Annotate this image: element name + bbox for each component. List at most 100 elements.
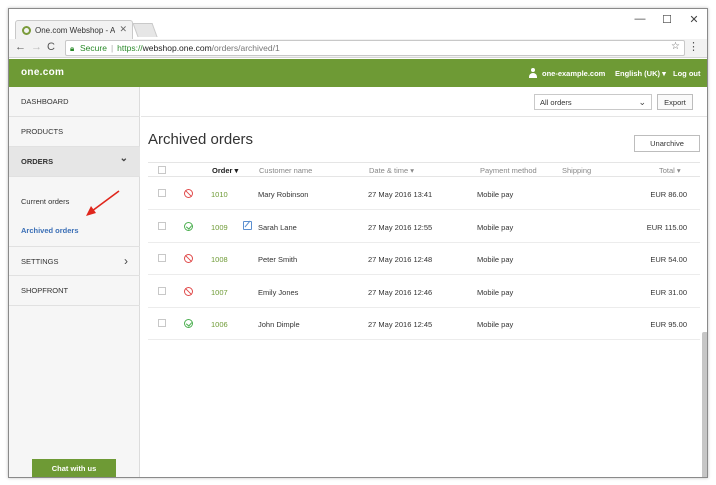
separator: |	[110, 43, 114, 53]
row-checkbox[interactable]	[158, 221, 166, 230]
tab-close-icon[interactable]: ✕	[119, 24, 127, 35]
url-host: webshop.one.com	[142, 43, 212, 53]
order-id-link[interactable]: 1008	[211, 255, 228, 264]
user-menu[interactable]: one-example.com	[528, 68, 605, 78]
payment-method: Mobile pay	[477, 255, 514, 265]
column-order[interactable]: Order ▾	[212, 166, 238, 175]
column-customer: Customer name	[259, 166, 313, 175]
table-row[interactable]: 1006 John Dimple 27 May 2016 12:45 Mobile p…	[148, 308, 700, 341]
order-id-link[interactable]: 1007	[211, 288, 228, 297]
customer-name: Emily Jones	[258, 287, 299, 297]
check-circle-icon	[184, 319, 193, 329]
sidebar-subitem-archived-orders[interactable]: Archived orders	[21, 226, 79, 235]
sidebar-item-shopfront[interactable]: SHOPFRONT	[9, 276, 140, 306]
column-payment: Payment method	[480, 166, 537, 175]
new-tab-button[interactable]	[132, 23, 158, 37]
payment-method: Mobile pay	[477, 190, 514, 199]
user-icon	[528, 68, 538, 78]
sidebar-item-label: SHOPFRONT	[21, 286, 69, 295]
address-bar[interactable]: 🔒︎ Secure | https:// webshop.one.com /or…	[65, 40, 685, 56]
url-path: /orders/archived/1	[211, 43, 280, 53]
payment-method: Mobile pay	[477, 320, 514, 330]
table-row[interactable]: 1009 Sarah Lane 27 May 2016 12:55 Mobile pa…	[148, 211, 700, 243]
order-id-link[interactable]: 1006	[211, 320, 228, 329]
maximize-icon[interactable]: ☐	[660, 13, 674, 26]
order-total: EUR 115.00	[646, 222, 687, 232]
table-header: Order ▾ Customer name Date & time ▾ Paym…	[148, 162, 700, 177]
table-row[interactable]: 1008 Peter Smith 27 May 2016 12:48 Mobile p…	[148, 243, 700, 276]
check-circle-icon	[184, 221, 193, 231]
close-window-icon[interactable]: ✕	[687, 13, 701, 26]
row-checkbox[interactable]	[158, 189, 166, 197]
chevron-down-icon: ⌄	[638, 97, 646, 107]
order-datetime: 27 May 2016 12:45	[368, 320, 433, 330]
sidebar-item-label: SETTINGS	[21, 256, 59, 266]
minimize-icon[interactable]: —	[633, 13, 647, 25]
language-selector[interactable]: English (UK) ▾	[615, 69, 666, 78]
sidebar-item-settings[interactable]: SETTINGS ›	[9, 246, 140, 276]
order-filter-select[interactable]: All orders ⌄	[534, 94, 652, 110]
browser-toolbar: ← → C 🔒︎ Secure | https:// webshop.one.c…	[9, 39, 707, 58]
customer-name: Sarah Lane	[258, 222, 297, 232]
row-checkbox[interactable]	[158, 254, 166, 263]
column-total[interactable]: Total ▾	[659, 166, 681, 175]
customer-name: Peter Smith	[258, 255, 298, 265]
secure-label: Secure	[80, 43, 107, 53]
unarchive-button[interactable]: Unarchive	[634, 135, 700, 152]
user-domain: one-example.com	[542, 68, 606, 78]
customer-name: John Dimple	[258, 320, 300, 330]
logout-link[interactable]: Log out	[673, 69, 701, 78]
page-title: Archived orders	[148, 131, 254, 148]
sidebar-item-orders[interactable]: ORDERS ⌄	[9, 147, 140, 177]
site-header: one.com one-example.com English (UK) ▾ L…	[9, 59, 707, 87]
order-id-link[interactable]: 1010	[211, 190, 228, 199]
order-datetime: 27 May 2016 12:48	[368, 255, 433, 265]
chat-with-us-button[interactable]: Chat with us	[32, 459, 116, 477]
sidebar-item-label: ORDERS	[21, 157, 54, 166]
table-row[interactable]: 1010 Mary Robinson 27 May 2016 13:41 Mobile…	[148, 178, 700, 210]
customer-name: Mary Robinson	[258, 190, 309, 199]
sidebar-item-label: PRODUCTS	[21, 127, 64, 136]
order-datetime: 27 May 2016 12:55	[368, 222, 433, 232]
row-checkbox[interactable]	[158, 319, 166, 328]
order-total: EUR 86.00	[650, 190, 687, 199]
forward-icon[interactable]: →	[31, 41, 42, 53]
sidebar: DASHBOARD PRODUCTS ORDERS ⌄ Current orde…	[9, 87, 140, 477]
export-button[interactable]: Export	[657, 94, 693, 110]
browser-tab[interactable]: One.com Webshop - Arc ✕	[15, 20, 133, 39]
sidebar-item-label: DASHBOARD	[21, 97, 69, 106]
sidebar-item-products[interactable]: PRODUCTS	[9, 117, 140, 147]
back-icon[interactable]: ←	[15, 41, 26, 53]
order-filter-value: All orders	[540, 97, 572, 107]
chevron-right-icon: ›	[124, 254, 128, 268]
column-shipping: Shipping	[562, 166, 592, 175]
cancel-circle-icon	[184, 254, 193, 264]
url-scheme: https://	[117, 43, 143, 53]
column-datetime[interactable]: Date & time ▾	[369, 166, 414, 175]
main-content: All orders ⌄ Export Archived orders Unar…	[141, 87, 707, 477]
browser-menu-icon[interactable]: ⋮	[688, 40, 699, 53]
order-total: EUR 54.00	[650, 255, 687, 265]
browser-window: One.com Webshop - Arc ✕ — ☐ ✕ ← → C 🔒︎ S…	[8, 8, 708, 478]
cancel-circle-icon	[184, 189, 193, 198]
sidebar-item-dashboard[interactable]: DASHBOARD	[9, 87, 140, 117]
reload-icon[interactable]: C	[47, 41, 55, 53]
order-total: EUR 31.00	[650, 287, 687, 297]
main-topbar: All orders ⌄ Export	[141, 87, 707, 117]
scrollbar[interactable]	[701, 332, 707, 477]
chevron-down-icon: ⌄	[119, 153, 128, 164]
payment-method: Mobile pay	[477, 287, 514, 297]
tab-title: One.com Webshop - Arc	[35, 25, 115, 35]
favicon-icon	[22, 25, 31, 35]
bookmark-star-icon[interactable]: ☆	[671, 41, 680, 52]
sidebar-subitem-current-orders[interactable]: Current orders	[21, 197, 69, 206]
cancel-circle-icon	[184, 286, 193, 296]
one-com-logo[interactable]: one.com	[21, 67, 64, 78]
note-icon[interactable]	[243, 220, 252, 230]
row-checkbox[interactable]	[158, 286, 166, 295]
scrollbar-thumb[interactable]	[702, 332, 707, 477]
order-datetime: 27 May 2016 12:46	[368, 287, 433, 297]
select-all-checkbox[interactable]	[158, 166, 166, 174]
table-row[interactable]: 1007 Emily Jones 27 May 2016 12:46 Mobile p…	[148, 276, 700, 308]
order-id-link[interactable]: 1009	[211, 223, 228, 232]
